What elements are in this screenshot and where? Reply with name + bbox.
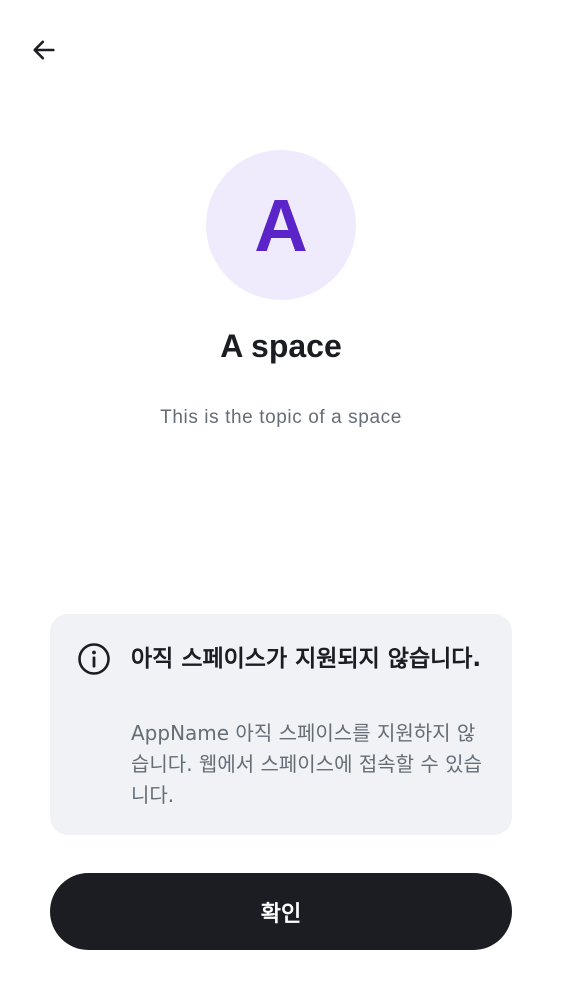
space-topic: This is the topic of a space (160, 407, 402, 428)
space-avatar: A (206, 150, 356, 300)
space-name: A space (220, 328, 342, 364)
back-button[interactable] (24, 30, 64, 70)
notice-title: 아직 스페이스가 지원되지 않습니다. (131, 646, 482, 672)
space-unsupported-screen: A A space This is the topic of a space 아… (0, 0, 562, 1000)
notice-body: AppName 아직 스페이스를 지원하지 않습니다. 웹에서 스페이스에 접속… (131, 721, 482, 807)
avatar-letter: A (254, 184, 308, 267)
info-icon (77, 642, 111, 676)
unsupported-notice-card: 아직 스페이스가 지원되지 않습니다. AppName 아직 스페이스를 지원하… (50, 614, 512, 835)
arrow-left-icon (30, 36, 58, 64)
confirm-button[interactable]: 확인 (50, 873, 512, 950)
confirm-button-label: 확인 (260, 901, 302, 927)
